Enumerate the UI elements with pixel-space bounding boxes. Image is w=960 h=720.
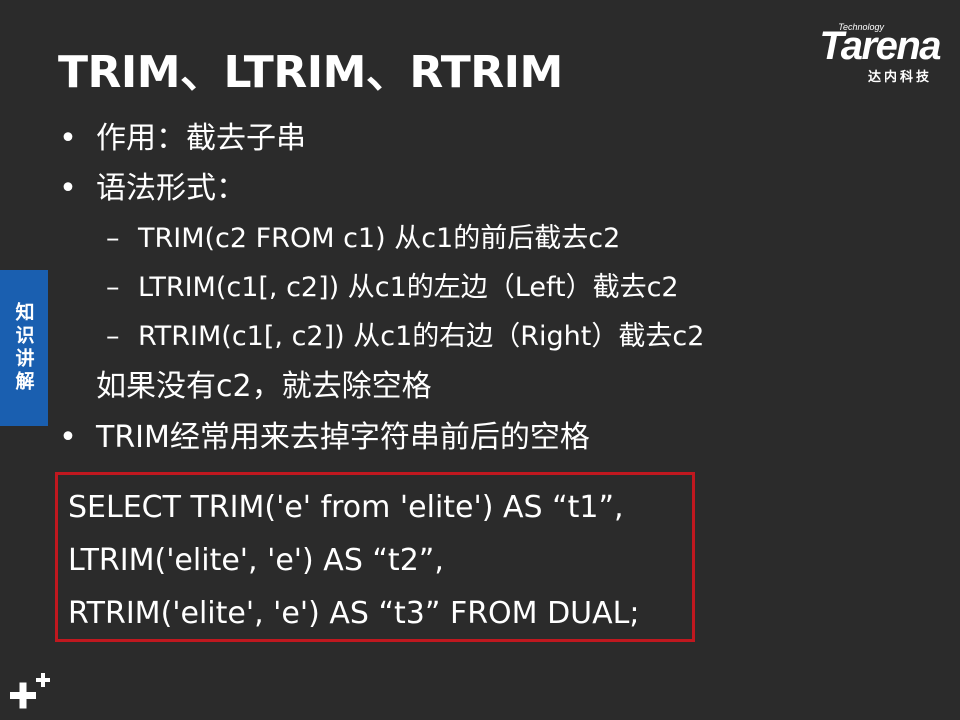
sub-list-item-text: RTRIM(c1[, c2]) 从c1的右边（Right）截去c2	[138, 321, 705, 352]
logo-brand-text: Tarena	[819, 24, 941, 68]
note-text: 如果没有c2，就去除空格	[96, 369, 432, 404]
code-line: RTRIM('elite', 'e') AS “t3” FROM DUAL;	[68, 596, 640, 631]
sub-list-item-text: TRIM(c2 FROM c1) 从c1的前后截去c2	[138, 223, 621, 254]
sub-list-item-text: LTRIM(c1[, c2]) 从c1的左边（Left）截去c2	[138, 272, 679, 303]
dash-marker: –	[106, 272, 120, 303]
sql-code-box: SELECT TRIM('e' from 'elite') AS “t1”, L…	[55, 472, 695, 642]
plus-plus-icon	[10, 673, 50, 709]
list-item-text: 语法形式：	[96, 171, 246, 206]
logo-chinese-text: 达内科技	[867, 70, 932, 85]
bullet-marker: •	[59, 121, 77, 156]
list-item: • TRIM经常用来去掉字符串前后的空格	[58, 413, 938, 463]
sub-list-item: – LTRIM(c1[, c2]) 从c1的左边（Left）截去c2	[58, 263, 938, 312]
list-item-text: 作用：截去子串	[96, 121, 306, 156]
list-item: • 语法形式：	[58, 164, 938, 214]
bullet-list: • 作用：截去子串 • 语法形式： – TRIM(c2 FROM c1) 从c1…	[58, 114, 938, 463]
side-tab-label: 知识讲解	[12, 302, 35, 394]
dash-marker: –	[106, 223, 120, 254]
code-line: SELECT TRIM('e' from 'elite') AS “t1”,	[68, 490, 624, 525]
slide-title: TRIM、LTRIM、RTRIM	[58, 47, 563, 98]
bullet-marker: •	[59, 171, 77, 206]
list-item-text: TRIM经常用来去掉字符串前后的空格	[96, 420, 590, 455]
code-line: LTRIM('elite', 'e') AS “t2”,	[68, 543, 444, 578]
list-item: • 作用：截去子串	[58, 114, 938, 164]
tarena-logo: Technology Tarena 达内科技	[776, 22, 946, 86]
sub-list-item: – TRIM(c2 FROM c1) 从c1的前后截去c2	[58, 214, 938, 263]
sub-list-item: – RTRIM(c1[, c2]) 从c1的右边（Right）截去c2	[58, 312, 938, 361]
bullet-marker: •	[59, 420, 77, 455]
side-tab: 知识讲解	[0, 270, 48, 426]
dash-marker: –	[106, 321, 120, 352]
